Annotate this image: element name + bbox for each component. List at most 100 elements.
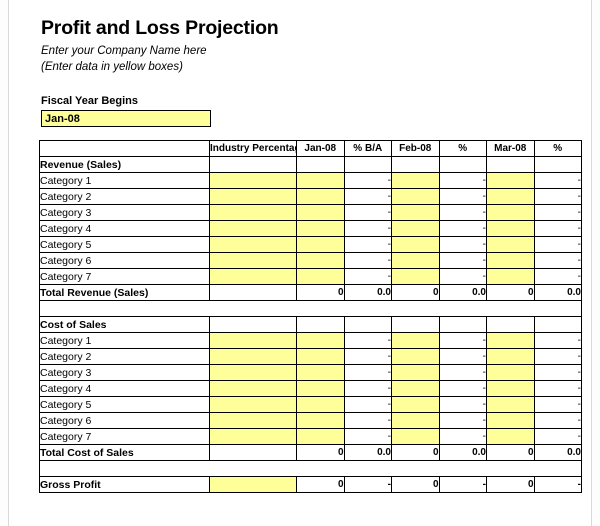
cell-month-2-input[interactable] (391, 252, 440, 269)
table-row: Category 3 - - - (39, 204, 582, 221)
fiscal-year-label: Fiscal Year Begins (41, 95, 139, 107)
cell-pct-1: - (343, 364, 392, 381)
total-month-2: 0 (391, 444, 440, 461)
cell-month-2-input[interactable] (391, 396, 440, 413)
cell-month-3-input[interactable] (486, 188, 535, 205)
header-pct-3: % (533, 140, 582, 157)
cell-month-2-input[interactable] (391, 364, 440, 381)
cell-month-3-input[interactable] (486, 204, 535, 221)
section-cos-p1-spacer (343, 316, 392, 333)
cell-month-3-input[interactable] (486, 428, 535, 445)
row-label: Category 4 (39, 220, 210, 237)
cell-month-3-input[interactable] (486, 236, 535, 253)
cell-industry-input[interactable] (209, 204, 297, 221)
cell-month-3-input[interactable] (486, 412, 535, 429)
cell-industry-input[interactable] (209, 412, 297, 429)
cell-month-2-input[interactable] (391, 380, 440, 397)
total-month-1: 0 (296, 444, 345, 461)
total-pct-3: 0.0 (533, 284, 582, 301)
cell-month-1-input[interactable] (296, 236, 345, 253)
cell-industry-input[interactable] (209, 428, 297, 445)
table-row: Category 4 - - - (39, 380, 582, 397)
cell-month-2-input[interactable] (391, 220, 440, 237)
row-label: Category 3 (39, 204, 210, 221)
cell-industry-input[interactable] (209, 348, 297, 365)
cell-month-2-input[interactable] (391, 348, 440, 365)
company-name-prompt: Enter your Company Name here (41, 45, 207, 58)
cell-industry-input[interactable] (209, 364, 297, 381)
cell-month-2-input[interactable] (391, 172, 440, 189)
gross-profit-month-2: 0 (391, 476, 440, 493)
fiscal-year-input[interactable]: Jan-08 (41, 110, 211, 127)
cell-month-3-input[interactable] (486, 364, 535, 381)
gross-profit-label: Gross Profit (39, 476, 210, 493)
cell-month-3-input[interactable] (486, 252, 535, 269)
cell-month-1-input[interactable] (296, 268, 345, 285)
cell-month-2-input[interactable] (391, 412, 440, 429)
cell-pct-1: - (343, 268, 392, 285)
cell-month-1-input[interactable] (296, 188, 345, 205)
cell-month-1-input[interactable] (296, 396, 345, 413)
cell-month-1-input[interactable] (296, 380, 345, 397)
cell-industry-input[interactable] (209, 172, 297, 189)
cell-industry-input[interactable] (209, 396, 297, 413)
cell-pct-3: - (533, 204, 582, 221)
cell-industry-input[interactable] (209, 332, 297, 349)
cell-month-2-input[interactable] (391, 268, 440, 285)
cell-pct-2: - (438, 236, 487, 253)
cell-month-1-input[interactable] (296, 364, 345, 381)
total-month-2: 0 (391, 284, 440, 301)
cell-month-3-input[interactable] (486, 172, 535, 189)
gross-profit-month-1: 0 (296, 476, 345, 493)
cell-month-2-input[interactable] (391, 188, 440, 205)
total-label: Total Cost of Sales (39, 444, 210, 461)
cell-pct-1: - (343, 236, 392, 253)
cell-month-3-input[interactable] (486, 220, 535, 237)
cell-month-3-input[interactable] (486, 396, 535, 413)
cell-month-1-input[interactable] (296, 412, 345, 429)
cell-industry-input[interactable] (209, 236, 297, 253)
header-month-2: Feb-08 (391, 140, 440, 157)
cell-pct-2: - (438, 172, 487, 189)
section-cos-m3-spacer (486, 316, 535, 333)
section-revenue-m1-spacer (296, 156, 345, 173)
total-industry (209, 444, 297, 461)
cell-month-3-input[interactable] (486, 268, 535, 285)
cell-pct-2: - (438, 364, 487, 381)
cell-month-3-input[interactable] (486, 332, 535, 349)
cell-month-2-input[interactable] (391, 236, 440, 253)
cell-month-1-input[interactable] (296, 348, 345, 365)
cell-month-1-input[interactable] (296, 252, 345, 269)
cell-month-1-input[interactable] (296, 332, 345, 349)
header-label-spacer (39, 140, 210, 157)
row-label: Category 7 (39, 268, 210, 285)
cell-industry-input[interactable] (209, 268, 297, 285)
page-background: Profit and Loss Projection Enter your Co… (0, 0, 600, 526)
total-month-1: 0 (296, 284, 345, 301)
gross-profit-spacer-row (39, 460, 582, 477)
cell-month-1-input[interactable] (296, 204, 345, 221)
cell-industry-input[interactable] (209, 252, 297, 269)
total-revenue-row: Total Revenue (Sales) 0 0.0 0 0.0 0 0.0 (39, 284, 582, 301)
cell-month-1-input[interactable] (296, 220, 345, 237)
cell-month-3-input[interactable] (486, 380, 535, 397)
cell-month-2-input[interactable] (391, 332, 440, 349)
gross-profit-row: Gross Profit 0 - 0 - 0 - (39, 476, 582, 493)
section-revenue-industry-spacer (209, 156, 297, 173)
cell-industry-input[interactable] (209, 220, 297, 237)
cell-pct-2: - (438, 268, 487, 285)
cell-industry-input[interactable] (209, 380, 297, 397)
header-month-3: Mar-08 (486, 140, 535, 157)
cell-month-3-input[interactable] (486, 348, 535, 365)
gross-profit-industry-input[interactable] (209, 476, 297, 493)
section-cos-p2-spacer (438, 316, 487, 333)
total-pct-2: 0.0 (438, 284, 487, 301)
table-row: Category 6 - - - (39, 412, 582, 429)
cell-pct-2: - (438, 252, 487, 269)
cell-month-2-input[interactable] (391, 204, 440, 221)
cell-month-1-input[interactable] (296, 428, 345, 445)
cell-month-2-input[interactable] (391, 428, 440, 445)
section-revenue-m3-spacer (486, 156, 535, 173)
cell-month-1-input[interactable] (296, 172, 345, 189)
cell-industry-input[interactable] (209, 188, 297, 205)
